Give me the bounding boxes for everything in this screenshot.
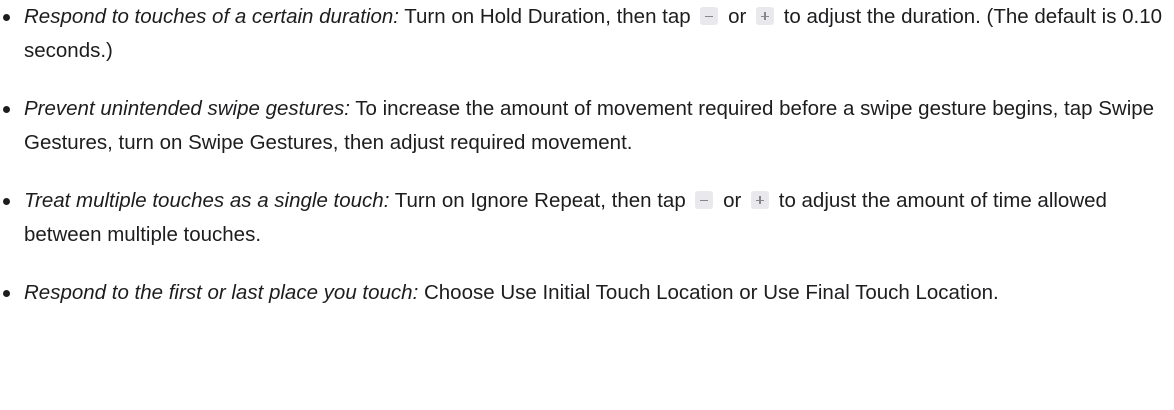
bullet-icon [3,290,10,297]
list-item-ignore-repeat: Treat multiple touches as a single touch… [0,184,1174,252]
article-content: Respond to touches of a certain duration… [0,0,1174,410]
bullet-icon [3,198,10,205]
item-text: Turn on Ignore Repeat, then tap [389,189,692,212]
item-lead-in: Prevent unintended swipe gestures: [24,97,350,120]
item-lead-in: Treat multiple touches as a single touch… [24,189,390,212]
list-item-swipe-gestures: Prevent unintended swipe gestures: To in… [0,92,1174,160]
plus-button-icon [756,7,774,25]
item-lead-in: Respond to the first or last place you t… [24,281,419,304]
item-text: Choose Use Initial Touch Location or Use… [418,281,999,304]
item-text-connector: or [722,5,752,28]
item-text: Turn on Hold Duration, then tap [398,5,697,28]
bullet-icon [3,14,10,21]
item-lead-in: Respond to touches of a certain duration… [24,5,399,28]
minus-button-icon [695,191,714,209]
minus-button-icon [700,7,719,25]
list-item-touch-location: Respond to the first or last place you t… [0,276,1174,310]
list-item-hold-duration: Respond to touches of a certain duration… [0,0,1174,68]
plus-button-icon [751,191,770,209]
item-text-connector: or [717,189,748,212]
bullet-icon [3,106,10,113]
instruction-list: Respond to touches of a certain duration… [0,0,1174,310]
